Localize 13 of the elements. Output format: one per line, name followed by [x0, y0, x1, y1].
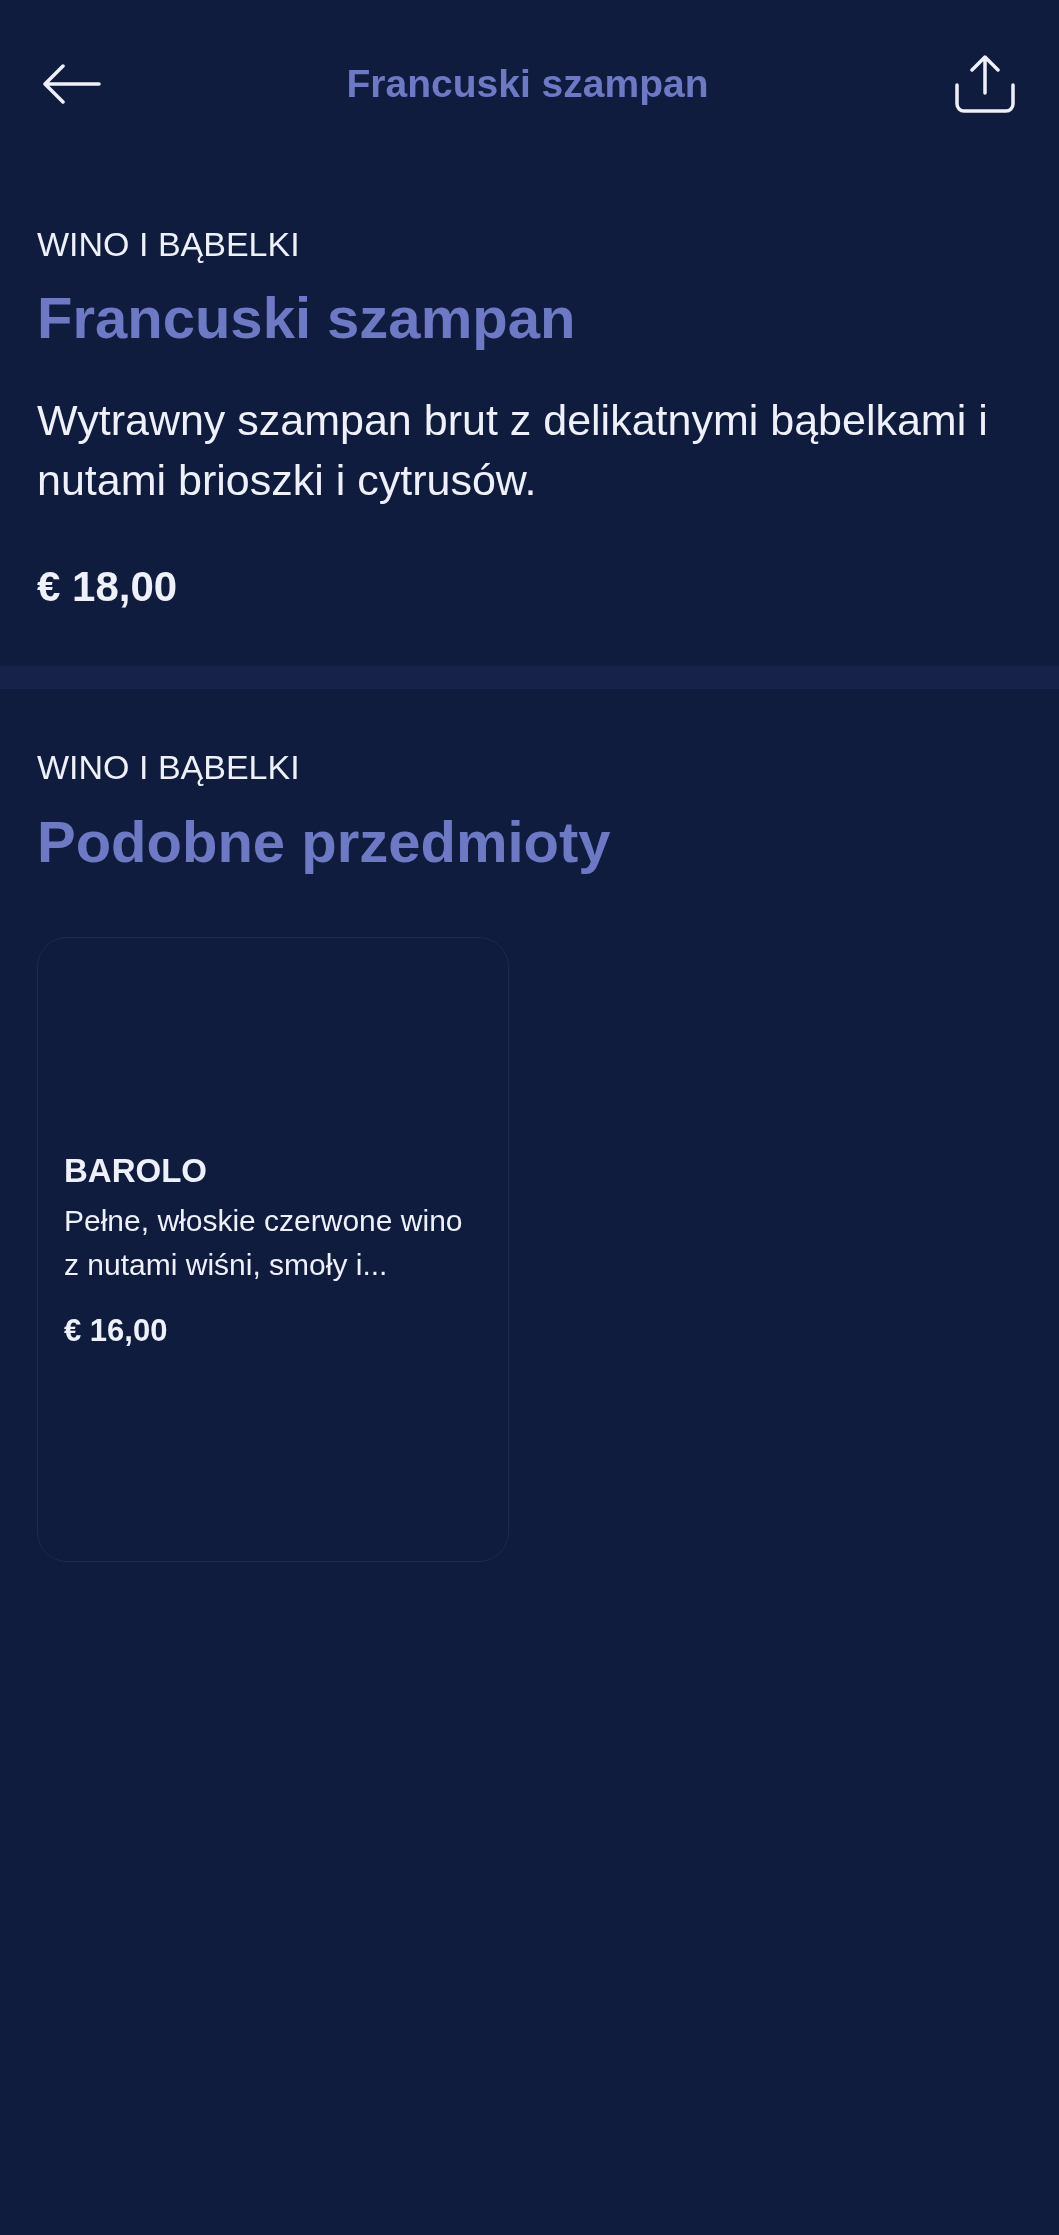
product-description: Wytrawny szampan brut z delikatnymi bąbelkami i nutami brioszki i cytrusów.	[37, 395, 989, 506]
category-label: WINO I BĄBELKI	[37, 224, 301, 264]
section-title: Podobne przedmioty	[37, 810, 612, 874]
card-title: BAROLO	[64, 1150, 208, 1191]
card-price: € 16,00	[64, 1312, 169, 1349]
product-title: Francuski szampan	[37, 286, 577, 350]
category-label: WINO I BĄBELKI	[37, 747, 301, 787]
back-arrow-icon[interactable]	[43, 64, 101, 104]
product-price: € 18,00	[37, 563, 179, 611]
header-title: Francuski szampan	[346, 61, 709, 107]
card-description: Pełne, włoskie czerwone wino z nutami wiśni, smoły i...	[64, 1202, 464, 1283]
product-card[interactable]: BAROLO Pełne, włoskie czerwone wino z nutami wiśni, smoły i... € 16,00	[37, 937, 509, 1562]
share-icon[interactable]	[954, 55, 1016, 113]
